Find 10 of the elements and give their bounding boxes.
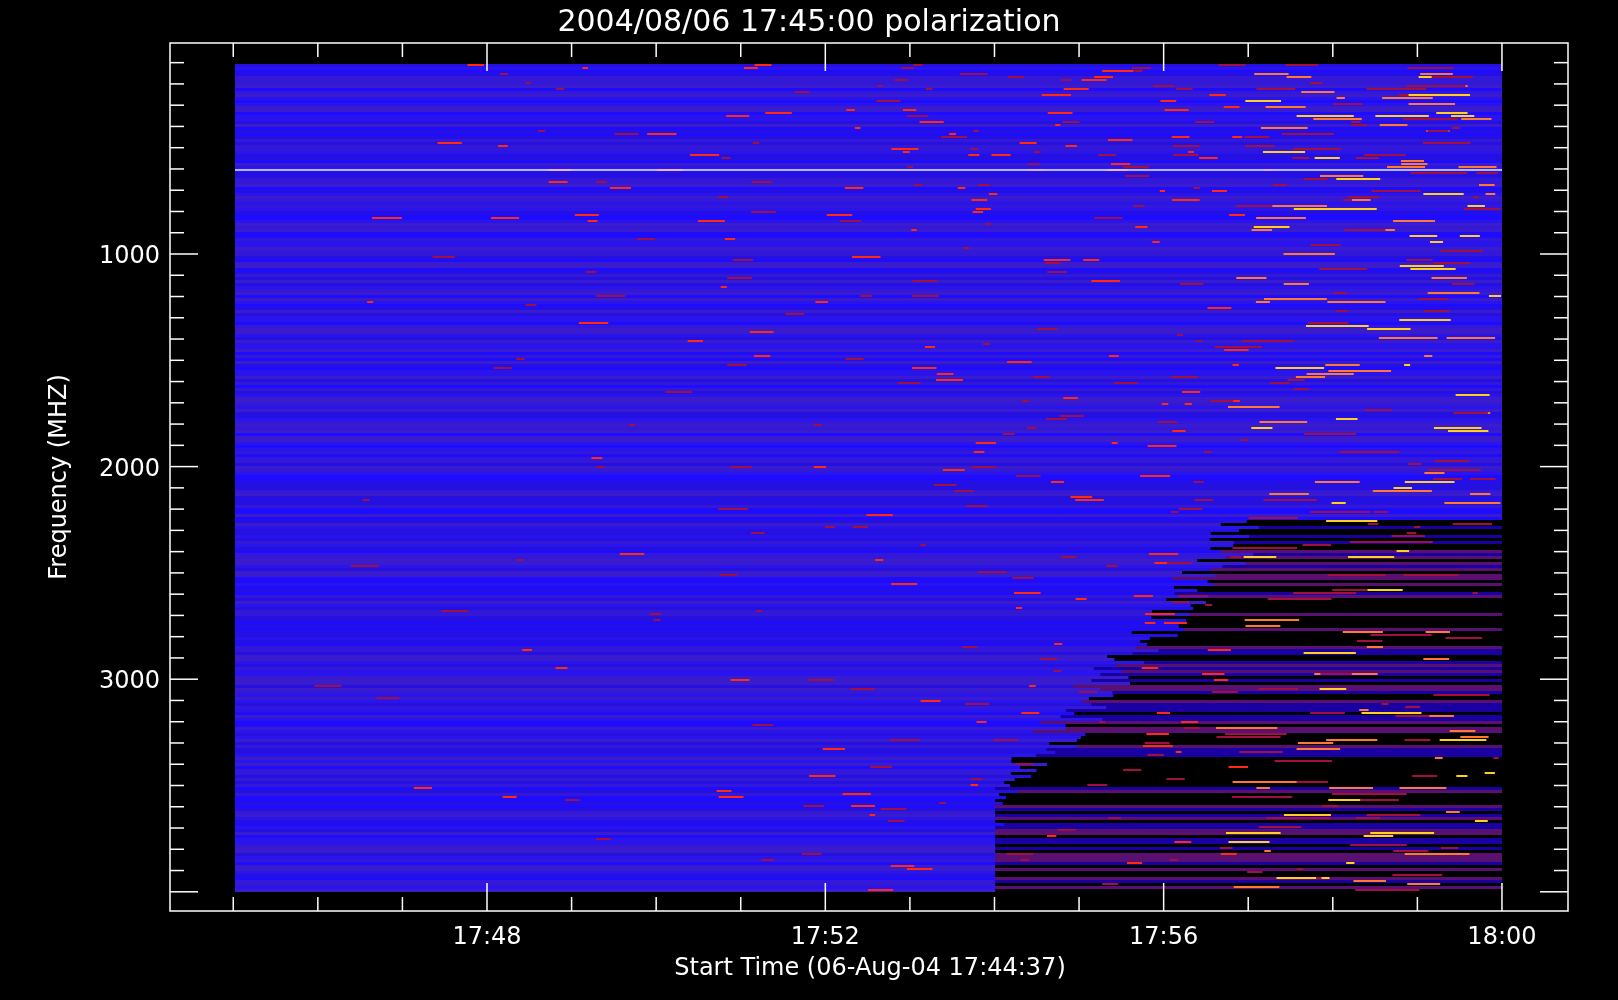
y-axis-title: Frequency (MHZ) [44,374,72,580]
x-tick-label: 17:48 [452,922,522,950]
x-tick-label: 17:56 [1129,922,1199,950]
x-axis-title: Start Time (06-Aug-04 17:44:37) [674,953,1066,981]
y-tick-label: 3000 [98,666,160,695]
y-tick-label: 2000 [98,453,160,482]
y-tick-label: 1000 [98,241,160,269]
chart-title: 2004/08/06 17:45:00 polarization [557,3,1061,38]
x-tick-label: 18:00 [1467,922,1537,950]
x-tick-label: 17:52 [790,922,860,950]
